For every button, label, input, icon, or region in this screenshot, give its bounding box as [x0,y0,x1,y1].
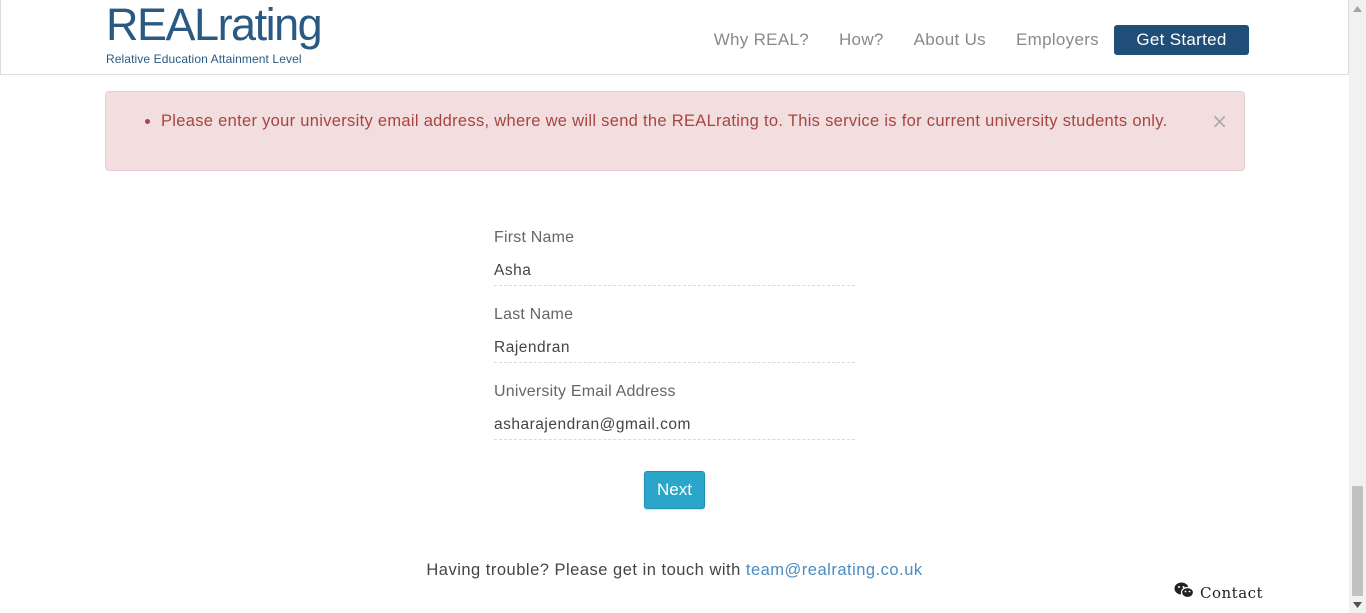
first-name-field-group: First Name [494,226,855,303]
scroll-up-arrow-icon[interactable] [1349,0,1366,17]
last-name-label: Last Name [494,306,574,323]
last-name-input[interactable] [494,333,855,363]
top-navbar: REALrating Relative Education Attainment… [0,0,1349,75]
nav-link-how[interactable]: How? [839,30,884,50]
alert-message: Please enter your university email addre… [161,109,1191,133]
next-button[interactable]: Next [644,471,705,509]
first-name-label: First Name [494,229,575,246]
close-icon[interactable]: × [1211,109,1228,133]
help-text: Having trouble? Please get in touch with… [0,561,1349,580]
nav-link-why-real[interactable]: Why REAL? [714,30,809,50]
logo-real-text: REAL [106,0,219,50]
vertical-scrollbar[interactable] [1349,0,1366,613]
support-email-link[interactable]: team@realrating.co.uk [746,561,923,579]
signup-form: First Name Last Name University Email Ad… [494,226,855,457]
logo-rating-text: rating [217,0,323,50]
brand-tagline: Relative Education Attainment Level [106,52,302,66]
alert-message-list: Please enter your university email addre… [161,109,1191,133]
brand-logo-link[interactable]: REALrating Relative Education Attainment… [106,0,323,67]
email-field-group: University Email Address [494,380,855,457]
get-started-button[interactable]: Get Started [1114,25,1249,55]
help-message: Having trouble? Please get in touch with [426,561,746,579]
wechat-icon [1174,582,1195,604]
nav-link-about-us[interactable]: About Us [914,30,986,50]
email-label: University Email Address [494,383,676,400]
main-nav: Why REAL? How? About Us Employers Get St… [684,25,1249,55]
email-input[interactable] [494,410,855,440]
first-name-input[interactable] [494,256,855,286]
contact-widget[interactable]: Contact [1174,582,1263,604]
scroll-down-arrow-icon[interactable] [1349,596,1366,613]
error-alert: Please enter your university email addre… [105,91,1245,171]
brand-logo: REALrating [106,0,323,50]
nav-link-employers[interactable]: Employers [1016,30,1099,50]
last-name-field-group: Last Name [494,303,855,380]
contact-label: Contact [1200,584,1264,602]
scrollbar-thumb[interactable] [1352,486,1363,596]
